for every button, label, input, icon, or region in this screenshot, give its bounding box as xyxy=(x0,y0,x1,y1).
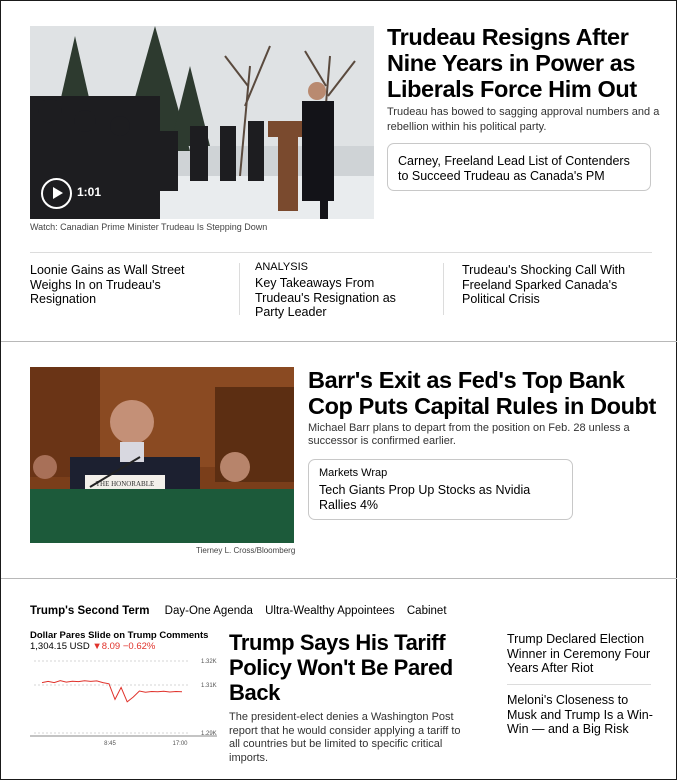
chart-x-tick-label: 17:00 xyxy=(172,741,188,747)
topic-nav-item[interactable]: Day-One Agenda xyxy=(165,605,253,617)
chart-change: ▼8.09 −0.62% xyxy=(92,641,156,652)
barr-dek: Michael Barr plans to depart from the po… xyxy=(308,422,630,447)
section-divider xyxy=(1,341,677,342)
chart-y-tick-label: 1.32K xyxy=(201,659,217,665)
photo-credit: Tierney L. Cross/Bloomberg xyxy=(196,546,296,555)
sub-headline-2[interactable]: Key Takeaways From Trudeau's Resignation… xyxy=(255,276,425,320)
chart-x-tick-label: 8:45 xyxy=(104,741,116,747)
lead-headline[interactable]: Trudeau Resigns After Nine Years in Powe… xyxy=(387,24,662,102)
topic-nav-item[interactable]: Cabinet xyxy=(407,605,447,617)
analysis-kicker: ANALYSIS xyxy=(255,261,308,273)
barr-headline[interactable]: Barr's Exit as Fed's Top Bank Cop Puts C… xyxy=(308,367,658,419)
topic-nav-title[interactable]: Trump's Second Term xyxy=(30,605,149,617)
page-frame: 1:01 Watch: Canadian Prime Minister Trud… xyxy=(0,0,677,780)
lead-dek: Trudeau has bowed to sagging approval nu… xyxy=(387,106,660,133)
barr-image: THE HONORABLE xyxy=(30,367,294,543)
chart-plot: 1.32K1.31K1.29K8:45 17:00 xyxy=(30,659,217,747)
video-duration: 1:01 xyxy=(77,185,102,199)
related-story-card[interactable]: Carney, Freeland Lead List of Contenders… xyxy=(387,143,651,191)
barr-photo[interactable]: THE HONORABLE xyxy=(30,367,294,543)
markets-wrap-card[interactable]: Markets Wrap Tech Giants Prop Up Stocks … xyxy=(308,459,573,520)
play-icon[interactable] xyxy=(41,178,72,209)
chart-quote: 1,304.15 USD ▼8.09 −0.62% xyxy=(30,641,217,653)
topic-nav-item[interactable]: Ultra-Wealthy Appointees xyxy=(265,605,395,617)
chart-title: Dollar Pares Slide on Trump Comments xyxy=(30,630,209,641)
chart-price: 1,304.15 USD xyxy=(30,641,90,652)
currency-chart[interactable]: Dollar Pares Slide on Trump Comments 1,3… xyxy=(30,630,217,748)
sub-headline-3[interactable]: Trudeau's Shocking Call With Freeland Sp… xyxy=(462,263,652,307)
section-divider xyxy=(1,578,677,579)
column-separator xyxy=(443,263,444,315)
divider xyxy=(30,252,652,253)
video-caption[interactable]: Watch: Canadian Prime Minister Trudeau I… xyxy=(30,222,267,232)
topic-nav: Trump's Second Term Day-One Agenda Ultra… xyxy=(30,605,456,617)
column-separator xyxy=(239,263,240,315)
trudeau-video-thumbnail[interactable]: 1:01 xyxy=(30,26,374,219)
divider xyxy=(507,684,651,685)
sub-headline-1[interactable]: Loonie Gains as Wall Street Weighs In on… xyxy=(30,263,220,307)
sidebar-headline-2[interactable]: Meloni's Closeness to Musk and Trump Is … xyxy=(507,693,657,737)
markets-wrap-headline[interactable]: Tech Giants Prop Up Stocks as Nvidia Ral… xyxy=(319,483,562,512)
chart-series-line xyxy=(41,680,183,703)
trump-headline[interactable]: Trump Says His Tariff Policy Won't Be Pa… xyxy=(229,630,469,705)
markets-wrap-kicker: Markets Wrap xyxy=(319,467,388,479)
nameplate-text: THE HONORABLE xyxy=(96,480,155,488)
trump-dek: The president-elect denies a Washington … xyxy=(229,711,461,764)
sidebar-headline-1[interactable]: Trump Declared Election Winner in Ceremo… xyxy=(507,632,657,676)
chart-y-tick-label: 1.31K xyxy=(201,683,217,689)
